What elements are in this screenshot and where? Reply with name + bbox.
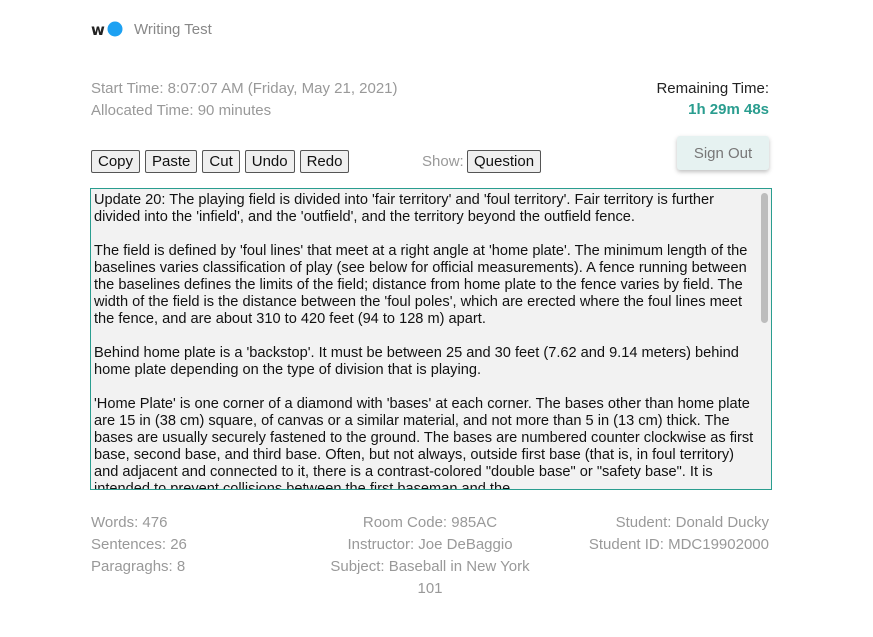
- remaining-time-value: 1h 29m 48s: [688, 101, 769, 118]
- student-info: Student: Donald Ducky Student ID: MDC199…: [589, 512, 769, 556]
- app-logo: w: [91, 19, 125, 41]
- edit-toolbar: Copy Paste Cut Undo Redo: [91, 150, 350, 173]
- show-label: Show:: [422, 153, 464, 170]
- show-question-button[interactable]: Question: [467, 150, 542, 173]
- student-id: Student ID: MDC19902000: [588, 536, 769, 553]
- sign-out-button[interactable]: Sign Out: [677, 136, 769, 170]
- essay-editor[interactable]: Update 20: The playing field is divided …: [90, 188, 772, 490]
- allocated-time: Allocated Time: 90 minutes: [91, 102, 272, 119]
- test-info: Room Code: 985AC Instructor: Joe DeBaggi…: [320, 512, 540, 600]
- paragraph-count: Paragraghs: 8: [91, 558, 186, 575]
- scrollbar-thumb[interactable]: [761, 193, 768, 323]
- student-name: Student: Donald Ducky: [615, 514, 769, 531]
- cut-button[interactable]: Cut: [202, 150, 240, 173]
- essay-paragraph: The field is defined by 'foul lines' tha…: [94, 243, 748, 327]
- copy-button[interactable]: Copy: [91, 150, 141, 173]
- essay-paragraph: 'Home Plate' is one corner of a diamond …: [94, 396, 754, 490]
- room-code: Room Code: 985AC: [362, 514, 498, 531]
- subject: Subject: Baseball in New York 101: [330, 558, 530, 597]
- word-count: Words: 476: [91, 514, 168, 531]
- essay-text[interactable]: Update 20: The playing field is divided …: [94, 192, 754, 490]
- essay-paragraph: Behind home plate is a 'backstop'. It mu…: [94, 345, 739, 378]
- editor-scrollbar[interactable]: [757, 189, 771, 489]
- essay-paragraph: Update 20: The playing field is divided …: [94, 192, 715, 225]
- remaining-time-label: Remaining Time:: [656, 80, 769, 97]
- redo-button[interactable]: Redo: [299, 150, 350, 173]
- paste-button[interactable]: Paste: [145, 150, 198, 173]
- sentence-count: Sentences: 26: [91, 536, 187, 553]
- app-title: Writing Test: [134, 21, 212, 38]
- start-time: Start Time: 8:07:07 AM (Friday, May 21, …: [91, 80, 398, 97]
- svg-text:w: w: [91, 21, 105, 39]
- instructor: Instructor: Joe DeBaggio: [347, 536, 513, 553]
- undo-button[interactable]: Undo: [244, 150, 295, 173]
- text-stats: Words: 476 Sentences: 26 Paragraghs: 8: [91, 512, 187, 578]
